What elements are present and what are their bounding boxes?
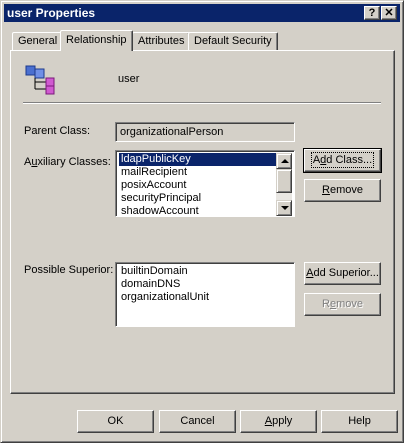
parent-class-field[interactable]: organizationalPerson — [115, 122, 295, 142]
list-item[interactable]: domainDNS — [119, 278, 211, 291]
scroll-up-button[interactable] — [276, 153, 292, 169]
remove-auxiliary-button[interactable]: Remove — [304, 179, 381, 202]
help-icon[interactable]: ? — [364, 6, 380, 20]
list-item[interactable]: mailRecipient — [119, 166, 277, 179]
arrow-down-icon — [281, 206, 289, 210]
tab-attributes[interactable]: Attributes — [132, 32, 191, 50]
tab-general[interactable]: General — [12, 32, 64, 50]
parent-class-label: Parent Class: — [24, 125, 91, 137]
auxiliary-classes-label: Auxiliary Classes: — [24, 156, 111, 168]
add-superior-button[interactable]: Add Superior... — [304, 262, 381, 285]
cancel-button[interactable]: Cancel — [159, 410, 236, 433]
help-button[interactable]: Help — [321, 410, 398, 433]
list-item[interactable]: posixAccount — [119, 179, 277, 192]
possible-superior-label: Possible Superior: — [24, 264, 114, 276]
class-schema-icon — [25, 65, 55, 95]
add-class-button[interactable]: Add Class... — [303, 148, 382, 173]
apply-button[interactable]: Apply — [240, 410, 317, 433]
list-item[interactable]: securityPrincipal — [119, 192, 277, 205]
scroll-down-button[interactable] — [276, 200, 292, 216]
list-item[interactable]: ldapPublicKey — [119, 153, 277, 166]
arrow-up-icon — [281, 159, 289, 163]
list-item[interactable]: shadowAccount — [119, 205, 277, 216]
divider — [23, 102, 381, 104]
object-name: user — [118, 73, 140, 85]
title-bar[interactable]: user Properties ? ✕ — [4, 4, 400, 22]
ok-button[interactable]: OK — [77, 410, 154, 433]
possible-superior-list[interactable]: builtinDomain domainDNS organizationalUn… — [115, 262, 295, 327]
auxiliary-scrollbar[interactable] — [276, 153, 292, 216]
auxiliary-classes-list[interactable]: ldapPublicKey mailRecipient posixAccount… — [115, 150, 295, 217]
list-item[interactable]: organizationalUnit — [119, 291, 211, 304]
properties-dialog: user Properties ? ✕ General Relationship… — [0, 0, 404, 443]
tab-relationship[interactable]: Relationship — [60, 30, 133, 51]
remove-superior-button[interactable]: Remove — [304, 293, 381, 316]
tab-default-security[interactable]: Default Security — [188, 32, 278, 50]
scroll-thumb[interactable] — [276, 169, 292, 193]
close-icon[interactable]: ✕ — [381, 6, 397, 20]
window-title: user Properties — [7, 6, 96, 20]
list-item[interactable]: builtinDomain — [119, 265, 211, 278]
